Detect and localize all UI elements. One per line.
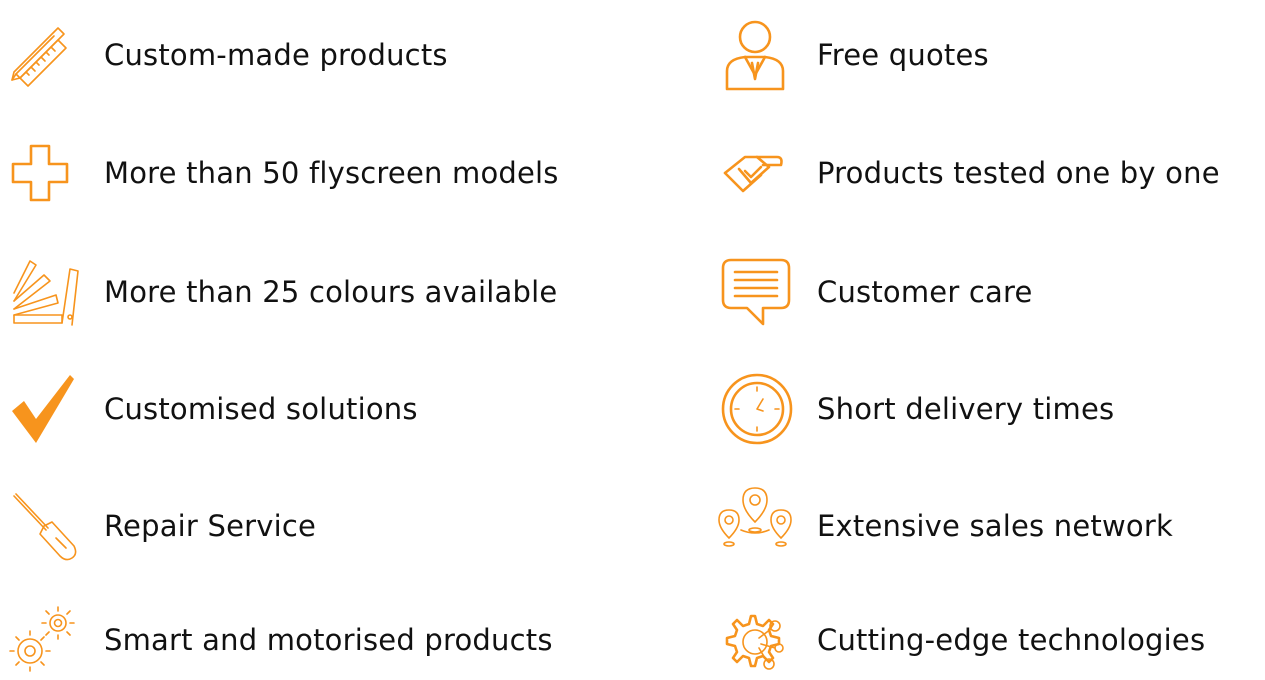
hand-tested-icon bbox=[715, 133, 805, 213]
speech-bubble-icon bbox=[715, 252, 805, 332]
pencil-ruler-icon bbox=[0, 15, 90, 95]
plus-cross-icon bbox=[0, 133, 90, 213]
feature-item-smart-motorised: Smart and motorised products bbox=[0, 600, 640, 680]
feature-label: Short delivery times bbox=[817, 392, 1115, 426]
feature-item-customer-care: Customer care bbox=[715, 252, 1265, 332]
gears-icon bbox=[0, 600, 90, 680]
gear-network-icon bbox=[715, 600, 805, 680]
feature-item-repair-service: Repair Service bbox=[0, 486, 640, 566]
feature-item-delivery: Short delivery times bbox=[715, 369, 1265, 449]
feature-item-custom-made: Custom-made products bbox=[0, 15, 640, 95]
feature-label: Cutting-edge technologies bbox=[817, 623, 1206, 657]
feature-label: Products tested one by one bbox=[817, 156, 1220, 190]
feature-label: Free quotes bbox=[817, 38, 989, 72]
person-tie-icon bbox=[715, 15, 805, 95]
feature-item-sales-network: Extensive sales network bbox=[715, 486, 1265, 566]
feature-item-colours: More than 25 colours available bbox=[0, 252, 640, 332]
colour-swatch-icon bbox=[0, 252, 90, 332]
feature-label: Customer care bbox=[817, 275, 1033, 309]
map-pins-icon bbox=[715, 486, 805, 566]
feature-item-customised-solutions: Customised solutions bbox=[0, 369, 640, 449]
checkmark-icon bbox=[0, 369, 90, 449]
feature-item-free-quotes: Free quotes bbox=[715, 15, 1265, 95]
feature-label: Repair Service bbox=[104, 509, 317, 543]
feature-label: Customised solutions bbox=[104, 392, 418, 426]
feature-label: Custom-made products bbox=[104, 38, 448, 72]
feature-label: Smart and motorised products bbox=[104, 623, 553, 657]
feature-item-tested: Products tested one by one bbox=[715, 133, 1265, 213]
feature-label: More than 50 flyscreen models bbox=[104, 156, 559, 190]
clock-icon bbox=[715, 369, 805, 449]
feature-item-flyscreen-models: More than 50 flyscreen models bbox=[0, 133, 640, 213]
feature-label: Extensive sales network bbox=[817, 509, 1173, 543]
feature-item-technologies: Cutting-edge technologies bbox=[715, 600, 1265, 680]
feature-label: More than 25 colours available bbox=[104, 275, 558, 309]
screwdriver-icon bbox=[0, 486, 90, 566]
